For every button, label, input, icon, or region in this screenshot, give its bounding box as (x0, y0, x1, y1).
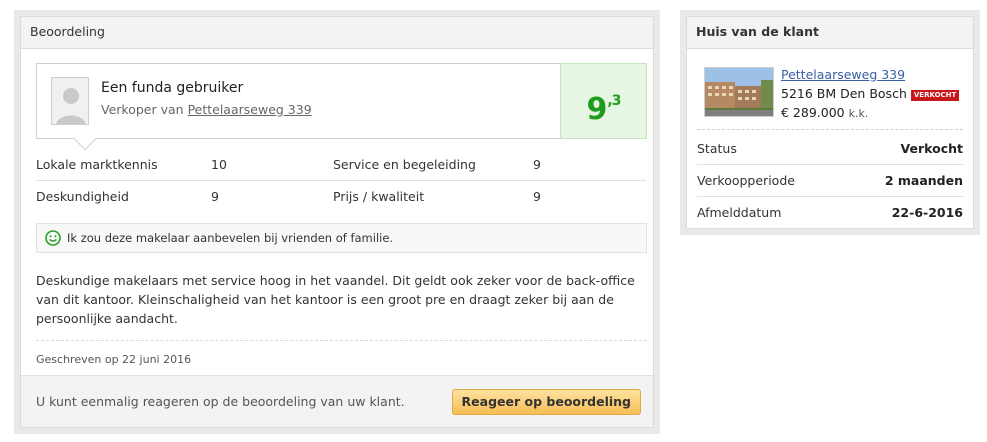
written-date: Geschreven op 22 juni 2016 (36, 353, 192, 366)
rating-value: 9 (533, 189, 541, 204)
sold-badge: VERKOCHT (910, 90, 960, 101)
card-pointer (73, 127, 97, 151)
rating-label: Service en begeleiding (333, 157, 476, 172)
house-panel-body: Huis van de klant Pettelaarseweg 339 521… (686, 16, 974, 229)
zip-city-text: 5216 BM Den Bosch (781, 86, 907, 101)
rating-label: Prijs / kwaliteit (333, 189, 425, 204)
recommend-text: Ik zou deze makelaar aanbevelen bij vrie… (67, 231, 394, 245)
detail-label: Status (697, 141, 737, 156)
score-main: 9 (586, 92, 608, 127)
reviewer-role-label: Verkoper van (101, 102, 184, 117)
detail-row: Status Verkocht (697, 133, 963, 165)
house-address-link[interactable]: Pettelaarseweg 339 (781, 67, 905, 82)
footer-text: U kunt eenmalig reageren op de beoordeli… (36, 394, 405, 409)
detail-value: 22-6-2016 (891, 205, 963, 220)
divider (697, 129, 963, 130)
house-summary: Pettelaarseweg 339 5216 BM Den Bosch VERK… (704, 67, 967, 125)
review-panel: Beoordeling Een funda gebruiker Verkoper… (14, 10, 660, 434)
price-value: € 289.000 (781, 105, 845, 120)
house-photo[interactable] (704, 67, 774, 117)
review-panel-body: Beoordeling Een funda gebruiker Verkoper… (20, 16, 654, 428)
detail-row: Afmelddatum 22-6-2016 (697, 197, 963, 229)
avatar (51, 77, 89, 125)
rating-label: Deskundigheid (36, 189, 129, 204)
reviewer-name: Een funda gebruiker (101, 80, 244, 96)
house-price: € 289.000 k.k. (781, 105, 868, 120)
reviewer-role: Verkoper van Pettelaarseweg 339 (101, 102, 312, 117)
price-suffix: k.k. (848, 107, 869, 120)
rating-label: Lokale marktkennis (36, 157, 158, 172)
recommend-note: Ik zou deze makelaar aanbevelen bij vrie… (36, 223, 647, 253)
detail-label: Afmelddatum (697, 205, 782, 220)
rating-value: 9 (533, 157, 541, 172)
divider (36, 340, 647, 341)
smiley-icon (45, 230, 61, 246)
rating-value: 9 (211, 189, 219, 204)
detail-label: Verkoopperiode (697, 173, 795, 188)
score: 9,3 (586, 92, 622, 127)
rating-row: Lokale marktkennis 10 Service en begelei… (36, 149, 646, 181)
house-zip-city: 5216 BM Den Bosch VERKOCHT (781, 86, 960, 101)
review-text: Deskundige makelaars met service hoog in… (36, 273, 635, 326)
rating-row: Deskundigheid 9 Prijs / kwaliteit 9 (36, 181, 646, 213)
reviewer-property-link[interactable]: Pettelaarseweg 339 (188, 102, 312, 117)
detail-value: Verkocht (900, 141, 963, 156)
house-panel: Huis van de klant Pettelaarseweg 339 521… (680, 10, 980, 235)
review-panel-title: Beoordeling (21, 17, 653, 49)
review-footer: U kunt eenmalig reageren op de beoordeli… (21, 375, 653, 427)
rating-value: 10 (211, 157, 227, 172)
react-button[interactable]: Reageer op beoordeling (451, 389, 641, 415)
score-box: 9,3 (560, 63, 647, 139)
detail-row: Verkoopperiode 2 maanden (697, 165, 963, 197)
reviewer-card: Een funda gebruiker Verkoper van Pettela… (36, 63, 647, 151)
detail-value: 2 maanden (884, 173, 963, 188)
score-decimal: ,3 (607, 93, 621, 109)
